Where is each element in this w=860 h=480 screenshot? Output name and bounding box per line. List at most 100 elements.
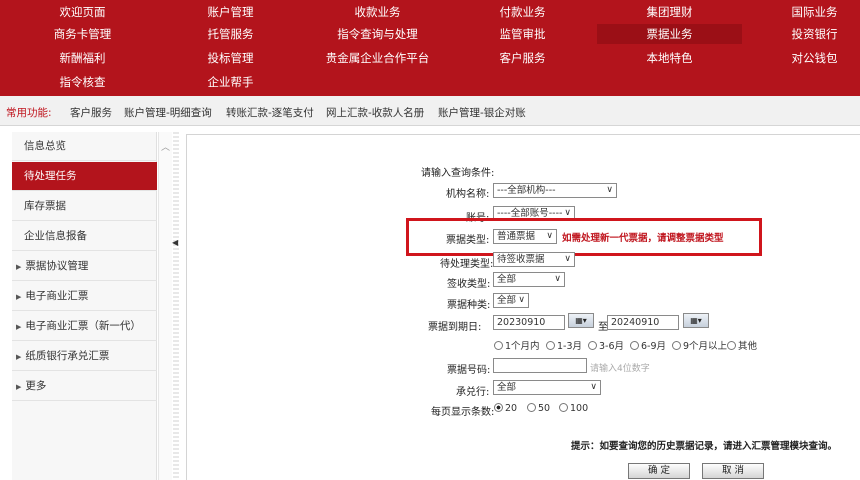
bill-kind-select-value: 全部 [497, 295, 517, 306]
quick-link-reconciliation[interactable]: 账户管理-银企对账 [438, 105, 526, 120]
nav-collection[interactable]: 收款业务 [305, 2, 450, 22]
page-size-option-label: 20 [505, 403, 518, 414]
sidebar-item-paper-acceptance[interactable]: ▶ 纸质银行承兑汇票 [12, 342, 157, 371]
sign-type-label: 签收类型: [447, 279, 491, 290]
bill-kind-select[interactable]: 全部 ∨ [493, 293, 529, 308]
page-size-option-label: 100 [570, 403, 589, 414]
date-from-value: 20230910 [497, 317, 546, 328]
quick-functions-label: 常用功能: [6, 107, 52, 119]
radio-icon [727, 341, 736, 350]
range-radio-6-9m[interactable]: 6-9月 [630, 338, 666, 352]
pending-type-select-value: 待签收票据 [497, 254, 545, 265]
range-label: 6-9月 [641, 341, 667, 352]
history-tip: 提示：如要查询您的历史票据记录，请进入汇票管理模块查询。 [571, 441, 838, 452]
bill-number-label: 票据号码: [447, 365, 491, 376]
nav-enterprise-helper[interactable]: 企业帮手 [158, 72, 303, 92]
range-label: 1-3月 [557, 341, 583, 352]
chevron-down-icon: ∨ [554, 274, 561, 284]
range-radio-1-3m[interactable]: 1-3月 [546, 338, 582, 352]
sidebar-item-label: 企业信息报备 [24, 230, 87, 242]
chevron-up-icon[interactable]: ︿ [161, 140, 170, 153]
org-label: 机构名称: [446, 189, 490, 200]
range-radio-other[interactable]: 其他 [727, 338, 757, 352]
nav-customer-service[interactable]: 客户服务 [450, 48, 595, 68]
nav-business-card[interactable]: 商务卡管理 [10, 24, 155, 44]
sign-type-select[interactable]: 全部 ∨ [493, 272, 565, 287]
bill-number-input[interactable] [493, 358, 587, 373]
quick-link-transfer[interactable]: 转账汇款-逐笔支付 [226, 105, 314, 120]
calendar-icon[interactable]: ▦▾ [568, 313, 594, 328]
nav-instruction-query[interactable]: 指令查询与处理 [305, 24, 450, 44]
bill-kind-label: 票据种类: [447, 300, 491, 311]
nav-account-management[interactable]: 账户管理 [158, 2, 303, 22]
range-radio-1m[interactable]: 1个月内 [494, 338, 540, 352]
pending-type-label: 待处理类型: [440, 259, 494, 270]
sidebar-item-pending-tasks[interactable]: 待处理任务 [12, 162, 157, 191]
nav-custody[interactable]: 托管服务 [158, 24, 303, 44]
org-select[interactable]: ---全部机构--- ∨ [493, 183, 617, 198]
quick-link-customer-service[interactable]: 客户服务 [70, 105, 112, 120]
acceptor-select[interactable]: 全部 ∨ [493, 380, 601, 395]
sidebar-item-overview[interactable]: 信息总览 [12, 132, 157, 161]
bill-type-select-value: 普通票据 [497, 231, 536, 242]
nav-bidding[interactable]: 投标管理 [158, 48, 303, 68]
sidebar: 信息总览 待处理任务 库存票据 企业信息报备 ▶ 票据协议管理 ▶ 电子商业汇票 ▶… [12, 132, 157, 480]
calendar-icon[interactable]: ▦▾ [683, 313, 709, 328]
collapse-left-icon[interactable]: ◀ [172, 238, 178, 247]
sidebar-item-label: 电子商业汇票 [25, 290, 89, 302]
panel-splitter[interactable] [173, 132, 179, 480]
page-size-radio-20[interactable]: 20 [494, 403, 517, 414]
chevron-down-icon: ∨ [590, 382, 597, 392]
caret-right-icon: ▶ [16, 323, 22, 331]
nav-international[interactable]: 国际业务 [742, 2, 860, 22]
acceptor-select-value: 全部 [497, 382, 517, 393]
bill-number-placeholder: 请输入4位数字 [590, 364, 650, 374]
sign-type-select-value: 全部 [497, 274, 517, 285]
sidebar-scrollbar[interactable] [158, 132, 172, 480]
sidebar-item-label: 待处理任务 [24, 170, 77, 182]
nav-payment[interactable]: 付款业务 [450, 2, 595, 22]
sidebar-item-stock-bills[interactable]: 库存票据 [12, 192, 157, 221]
sidebar-item-label: 库存票据 [24, 200, 66, 212]
page-size-option-label: 50 [538, 403, 551, 414]
confirm-button[interactable]: 确 定 [628, 463, 690, 479]
sidebar-item-label: 电子商业汇票（新一代） [25, 320, 141, 332]
sidebar-item-more[interactable]: ▶ 更多 [12, 372, 157, 401]
range-label: 3-6月 [599, 341, 625, 352]
sidebar-item-e-commercial-bill[interactable]: ▶ 电子商业汇票 [12, 282, 157, 311]
sidebar-item-bill-agreement[interactable]: ▶ 票据协议管理 [12, 252, 157, 281]
cancel-button[interactable]: 取 消 [702, 463, 764, 479]
caret-right-icon: ▶ [16, 263, 22, 271]
nav-instruction-check[interactable]: 指令核查 [10, 72, 155, 92]
page-size-radio-50[interactable]: 50 [527, 403, 550, 414]
radio-icon [559, 403, 568, 412]
bill-type-select[interactable]: 普通票据 ∨ [493, 229, 557, 244]
quick-link-account-detail[interactable]: 账户管理-明细查询 [124, 105, 212, 120]
page-size-radio-100[interactable]: 100 [559, 403, 588, 414]
due-date-label: 票据到期日: [428, 322, 482, 333]
nav-local-features[interactable]: 本地特色 [597, 48, 742, 68]
range-radio-9m-plus[interactable]: 9个月以上 [672, 338, 727, 352]
nav-bills[interactable]: 票据业务 [597, 24, 742, 44]
sidebar-item-enterprise-report[interactable]: 企业信息报备 [12, 222, 157, 251]
caret-right-icon: ▶ [16, 293, 22, 301]
nav-precious-metals[interactable]: 贵金属企业合作平台 [305, 48, 450, 68]
nav-approval[interactable]: 监管审批 [450, 24, 595, 44]
form-heading: 请输入查询条件: [421, 168, 495, 179]
nav-investment-banking[interactable]: 投资银行 [742, 24, 860, 44]
date-to-value: 20240910 [611, 317, 660, 328]
nav-payroll[interactable]: 新酬福利 [10, 48, 155, 68]
sidebar-item-e-commercial-bill-new[interactable]: ▶ 电子商业汇票（新一代） [12, 312, 157, 341]
radio-icon [546, 341, 555, 350]
range-radio-3-6m[interactable]: 3-6月 [588, 338, 624, 352]
pending-type-select[interactable]: 待签收票据 ∨ [493, 252, 575, 267]
date-to-input[interactable]: 20240910 [607, 315, 679, 330]
nav-group-finance[interactable]: 集团理财 [597, 2, 742, 22]
quick-link-payee-list[interactable]: 网上汇款-收款人名册 [326, 105, 424, 120]
radio-checked-icon [494, 403, 503, 412]
date-from-input[interactable]: 20230910 [493, 315, 565, 330]
bill-type-label: 票据类型: [446, 235, 490, 246]
range-label: 1个月内 [505, 341, 540, 352]
nav-corporate-wallet[interactable]: 对公钱包 [742, 48, 860, 68]
nav-welcome[interactable]: 欢迎页面 [10, 2, 155, 22]
